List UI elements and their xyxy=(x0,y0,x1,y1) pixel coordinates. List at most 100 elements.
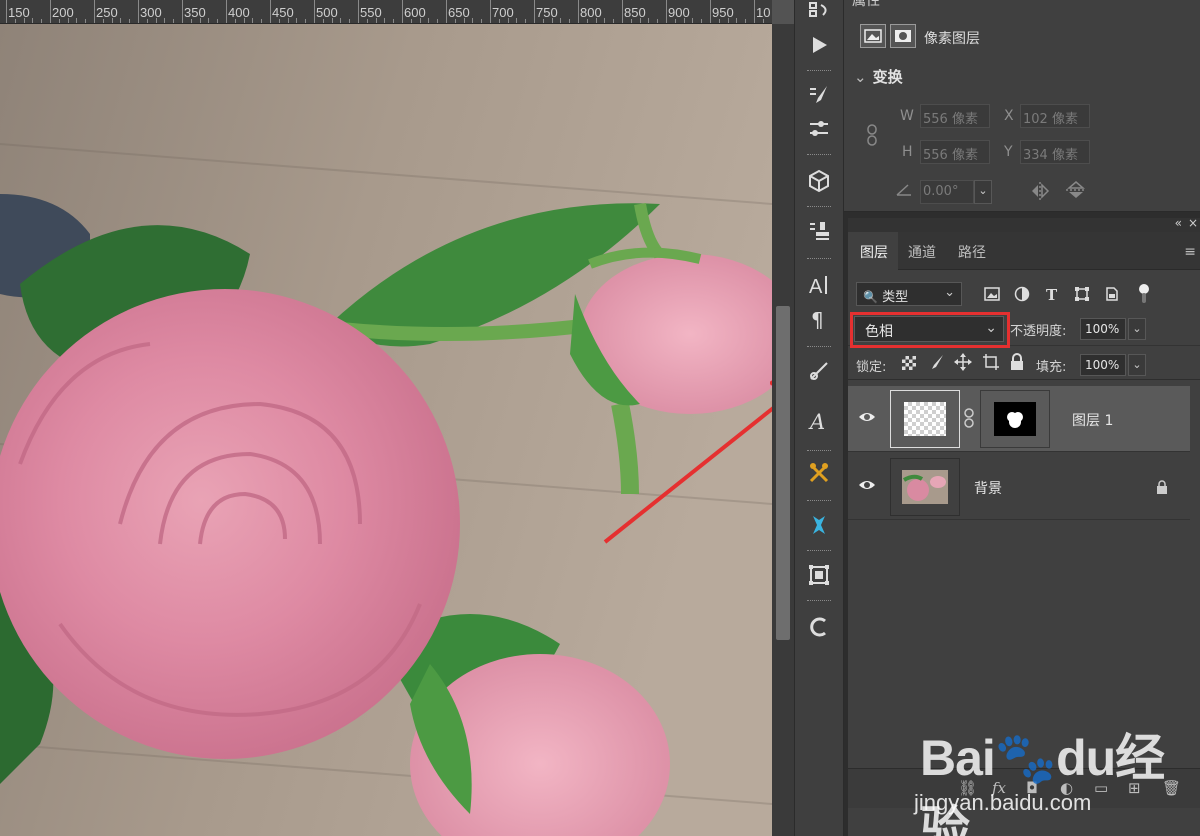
glyphs-icon[interactable]: A xyxy=(795,404,843,438)
lock-image-brush-icon[interactable] xyxy=(928,354,944,374)
dock-grip[interactable] xyxy=(807,450,831,453)
angle-field[interactable]: 0.00° xyxy=(920,180,974,204)
width-field[interactable]: 556 像素 xyxy=(920,104,990,128)
lock-position-move-icon[interactable] xyxy=(954,353,972,375)
dock-grip[interactable] xyxy=(807,258,831,261)
canvas-vertical-scrollbar[interactable] xyxy=(772,24,794,836)
tab-channels[interactable]: 通道 xyxy=(908,242,936,262)
trash-icon[interactable]: 🗑 xyxy=(1162,779,1181,797)
layer-name[interactable]: 图层 1 xyxy=(1072,410,1113,430)
layer-row-layer1[interactable]: 图层 1 xyxy=(848,386,1190,452)
ruler-minor-tick xyxy=(199,18,201,23)
eye-icon[interactable] xyxy=(858,410,876,424)
flip-horizontal-icon[interactable] xyxy=(1030,182,1050,204)
height-field[interactable]: 556 像素 xyxy=(920,140,990,164)
lock-artboard-crop-icon[interactable] xyxy=(982,353,1000,375)
add-mask-icon[interactable]: ◘ xyxy=(1026,779,1038,797)
ruler-minor-tick xyxy=(472,18,474,23)
plugin-c-icon[interactable] xyxy=(795,610,843,644)
ruler-minor-tick xyxy=(498,19,500,23)
dock-grip[interactable] xyxy=(807,550,831,553)
layer-name[interactable]: 背景 xyxy=(974,478,1002,498)
ruler-minor-tick xyxy=(366,19,368,23)
link-chain-icon[interactable] xyxy=(866,124,878,146)
lock-all-icon[interactable] xyxy=(1010,353,1024,375)
ruler-minor-tick xyxy=(674,19,676,23)
tab-paths[interactable]: 路径 xyxy=(958,242,986,262)
filter-shape-icon[interactable] xyxy=(1072,284,1092,304)
eye-icon[interactable] xyxy=(858,478,876,492)
scrollbar-thumb[interactable] xyxy=(776,306,790,640)
ruler-label: 350 xyxy=(184,5,206,20)
layer-mask-thumbnail[interactable] xyxy=(980,390,1050,448)
panel-menu-icon[interactable]: ≡ xyxy=(1184,244,1196,260)
ruler-minor-tick xyxy=(419,18,421,23)
layer-thumbnail[interactable] xyxy=(890,390,960,448)
character-icon[interactable]: A xyxy=(795,268,843,302)
folder-icon[interactable]: ▭ xyxy=(1094,779,1108,797)
ruler-label: 650 xyxy=(448,5,470,20)
close-icon[interactable]: × xyxy=(1188,216,1198,230)
document-canvas[interactable] xyxy=(0,24,772,836)
angle-icon xyxy=(896,182,912,201)
flip-vertical-icon[interactable] xyxy=(1066,180,1086,204)
ruler-major-tick xyxy=(666,0,667,23)
filter-smart-object-icon[interactable] xyxy=(1102,284,1122,304)
highlight-box xyxy=(850,312,1010,348)
plugin-blue-icon[interactable] xyxy=(795,508,843,542)
tool-presets-icon[interactable] xyxy=(795,354,843,388)
ruler-label: 250 xyxy=(96,5,118,20)
ruler-minor-tick xyxy=(252,18,254,23)
layer-row-background[interactable]: 背景 xyxy=(848,454,1190,520)
fx-icon[interactable]: fx xyxy=(992,779,1006,797)
link-icon[interactable]: ⛓ xyxy=(958,779,977,797)
filter-adjustment-icon[interactable] xyxy=(1012,284,1032,304)
transform-section-header[interactable]: ⌄ 变换 xyxy=(854,66,903,87)
dock-grip[interactable] xyxy=(807,206,831,209)
3d-cube-icon[interactable] xyxy=(795,164,843,198)
tab-layers[interactable]: 图层 xyxy=(860,242,888,262)
svg-text:T: T xyxy=(1046,286,1058,302)
dock-grip[interactable] xyxy=(807,600,831,603)
dock-grip[interactable] xyxy=(807,70,831,73)
ruler-minor-tick xyxy=(296,18,298,23)
ruler-minor-tick xyxy=(340,18,342,23)
ruler-minor-tick xyxy=(428,18,430,23)
x-field[interactable]: 102 像素 xyxy=(1020,104,1090,128)
plugin-orange-icon[interactable] xyxy=(795,456,843,490)
opacity-field[interactable]: 100% xyxy=(1080,318,1126,340)
ruler-minor-tick xyxy=(164,18,166,23)
new-layer-icon[interactable]: ⊞ xyxy=(1128,779,1141,797)
play-action-icon[interactable] xyxy=(795,28,843,62)
background-thumbnail[interactable] xyxy=(890,458,960,516)
svg-text:A: A xyxy=(809,276,823,297)
dock-grip[interactable] xyxy=(807,346,831,349)
ruler-label: 750 xyxy=(536,5,558,20)
filter-kind-select[interactable]: 🔍 类型 ⌄ xyxy=(856,282,962,306)
brush-preset-icon[interactable] xyxy=(795,78,843,112)
filter-toggle-icon[interactable] xyxy=(1134,284,1154,304)
fill-dropdown-chevron[interactable]: ⌄ xyxy=(1128,354,1146,376)
filter-type-icon[interactable]: T xyxy=(1042,284,1062,304)
y-field[interactable]: 334 像素 xyxy=(1020,140,1090,164)
adjustment-icon[interactable]: ◐ xyxy=(1060,779,1073,797)
angle-dropdown-chevron[interactable]: ⌄ xyxy=(974,180,992,204)
dock-grip[interactable] xyxy=(807,154,831,157)
lock-transparent-icon[interactable] xyxy=(902,356,916,370)
filter-pixel-icon[interactable] xyxy=(982,284,1002,304)
brush-settings-icon[interactable] xyxy=(795,112,843,146)
ruler-major-tick xyxy=(622,0,623,23)
ruler-label: 700 xyxy=(492,5,514,20)
paragraph-icon[interactable]: ¶ xyxy=(795,302,843,336)
opacity-dropdown-chevron[interactable]: ⌄ xyxy=(1128,318,1146,340)
ruler-minor-tick xyxy=(683,18,685,23)
collapse-panel-icon[interactable]: « xyxy=(1175,216,1182,230)
clone-source-icon[interactable] xyxy=(795,214,843,248)
properties-tab[interactable]: 属性 xyxy=(852,0,880,10)
fill-field[interactable]: 100% xyxy=(1080,354,1126,376)
dock-grip[interactable] xyxy=(807,500,831,503)
mask-link-chain-icon[interactable] xyxy=(964,408,974,432)
transform-box-icon[interactable] xyxy=(795,558,843,592)
mask-shape xyxy=(994,402,1036,436)
history-icon[interactable] xyxy=(795,0,843,30)
